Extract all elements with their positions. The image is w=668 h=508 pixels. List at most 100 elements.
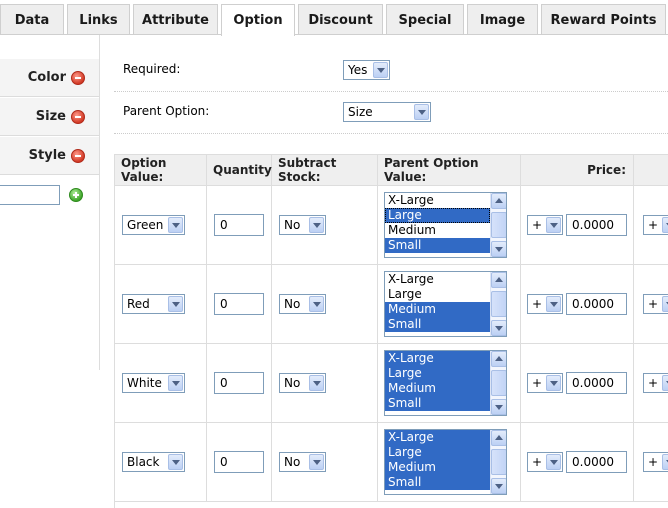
next-cell: + — [634, 186, 668, 265]
scroll-thumb[interactable] — [491, 449, 506, 475]
parent-option-row: Parent Option: Size — [114, 90, 668, 134]
tab-label: Option — [233, 13, 283, 28]
remove-circle-icon[interactable] — [71, 109, 85, 124]
chevron-down-icon — [168, 454, 183, 470]
chevron-up-icon[interactable] — [491, 272, 506, 288]
next-prefix: + — [648, 218, 659, 232]
price-input[interactable]: 0.0000 — [566, 293, 627, 315]
next-prefix-select[interactable]: + — [643, 215, 668, 235]
table-row: Black — [115, 423, 207, 502]
chevron-down-icon[interactable] — [491, 320, 506, 336]
scroll-thumb[interactable] — [491, 370, 506, 396]
list-item[interactable]: Medium — [385, 381, 490, 396]
tab-discount[interactable]: Discount — [298, 4, 383, 35]
tab-image[interactable]: Image — [467, 4, 538, 35]
chevron-down-icon — [546, 454, 561, 470]
chevron-down-icon — [309, 454, 324, 470]
tab-reward-points[interactable]: Reward Points — [541, 4, 666, 35]
next-prefix-select[interactable]: + — [643, 452, 668, 472]
tab-data[interactable]: Data — [0, 4, 64, 35]
next-prefix: + — [648, 297, 659, 311]
price-input[interactable]: 0.0000 — [566, 451, 627, 473]
scrollbar[interactable] — [490, 430, 506, 494]
list-item[interactable]: Small — [385, 317, 490, 332]
parent-option-value-list[interactable]: X-Large Large Medium Small — [384, 350, 507, 416]
scroll-thumb[interactable] — [491, 212, 506, 238]
next-prefix: + — [648, 455, 659, 469]
parent-option-select[interactable]: Size — [343, 102, 431, 122]
new-option-input[interactable] — [0, 185, 60, 205]
option-item-color[interactable]: Color — [0, 59, 99, 97]
list-item[interactable]: X-Large — [385, 351, 490, 366]
chevron-up-icon[interactable] — [491, 351, 506, 367]
chevron-down-icon[interactable] — [491, 399, 506, 415]
list-item[interactable]: Large — [385, 445, 490, 460]
price-prefix-select[interactable]: + — [527, 215, 563, 235]
parent-option-value-list[interactable]: X-Large Large Medium Small — [384, 192, 507, 258]
list-item[interactable]: Small — [385, 238, 490, 253]
next-prefix-select[interactable]: + — [643, 373, 668, 393]
option-value: Red — [127, 297, 150, 311]
chevron-down-icon — [662, 217, 668, 233]
price-input[interactable]: 0.0000 — [566, 214, 627, 236]
table-row: White — [115, 344, 207, 423]
list-item[interactable]: Medium — [385, 460, 490, 475]
tab-special[interactable]: Special — [386, 4, 464, 35]
list-item[interactable]: Medium — [385, 302, 490, 317]
list-item[interactable]: Small — [385, 396, 490, 411]
scrollbar[interactable] — [490, 272, 506, 336]
scroll-thumb[interactable] — [491, 291, 506, 317]
table-row: Green — [115, 186, 207, 265]
list-item[interactable]: Large — [385, 208, 490, 223]
list-item[interactable]: X-Large — [385, 193, 490, 208]
price-input[interactable]: 0.0000 — [566, 372, 627, 394]
list-item[interactable]: X-Large — [385, 430, 490, 445]
scrollbar[interactable] — [490, 193, 506, 257]
chevron-down-icon — [546, 296, 561, 312]
option-value-select[interactable]: White — [122, 373, 185, 393]
quantity-input[interactable]: 0 — [214, 293, 264, 315]
price-prefix-select[interactable]: + — [527, 294, 563, 314]
table-row: Red — [115, 265, 207, 344]
option-value: Black — [127, 455, 160, 469]
option-value-select[interactable]: Black — [122, 452, 185, 472]
price-prefix-select[interactable]: + — [527, 452, 563, 472]
tab-label: Data — [14, 12, 50, 28]
quantity-input[interactable]: 0 — [214, 451, 264, 473]
remove-circle-icon[interactable] — [71, 148, 85, 163]
subtract-stock-select[interactable]: No — [279, 215, 326, 235]
chevron-down-icon[interactable] — [491, 241, 506, 257]
subtract-stock-select[interactable]: No — [279, 452, 326, 472]
list-item[interactable]: Large — [385, 366, 490, 381]
tab-attribute[interactable]: Attribute — [133, 4, 218, 35]
add-circle-icon[interactable] — [69, 188, 83, 202]
next-prefix-select[interactable]: + — [643, 294, 668, 314]
list-item[interactable]: Small — [385, 475, 490, 490]
option-value-select[interactable]: Red — [122, 294, 185, 314]
subtract-stock-select[interactable]: No — [279, 373, 326, 393]
parent-option-value-list[interactable]: X-Large Large Medium Small — [384, 429, 507, 495]
list-item[interactable]: X-Large — [385, 272, 490, 287]
subtract-stock-select[interactable]: No — [279, 294, 326, 314]
required-select[interactable]: Yes — [343, 60, 390, 80]
chevron-up-icon[interactable] — [491, 193, 506, 209]
quantity-cell: 0 — [207, 344, 272, 423]
parent-option-value-list[interactable]: X-Large Large Medium Small — [384, 271, 507, 337]
chevron-down-icon[interactable] — [491, 478, 506, 494]
price-prefix-select[interactable]: + — [527, 373, 563, 393]
option-value-select[interactable]: Green — [122, 215, 185, 235]
option-item-style[interactable]: Style — [0, 137, 99, 175]
tab-links[interactable]: Links — [67, 4, 130, 35]
remove-circle-icon[interactable] — [71, 70, 85, 85]
option-item-size[interactable]: Size — [0, 98, 99, 136]
list-item[interactable]: Medium — [385, 223, 490, 238]
subtract-value: No — [284, 297, 301, 311]
quantity-input[interactable]: 0 — [214, 214, 264, 236]
quantity-input[interactable]: 0 — [214, 372, 264, 394]
chevron-up-icon[interactable] — [491, 430, 506, 446]
subtract-cell: No — [272, 344, 378, 423]
tab-label: Special — [398, 12, 452, 28]
scrollbar[interactable] — [490, 351, 506, 415]
tab-option[interactable]: Option — [221, 4, 295, 36]
list-item[interactable]: Large — [385, 287, 490, 302]
